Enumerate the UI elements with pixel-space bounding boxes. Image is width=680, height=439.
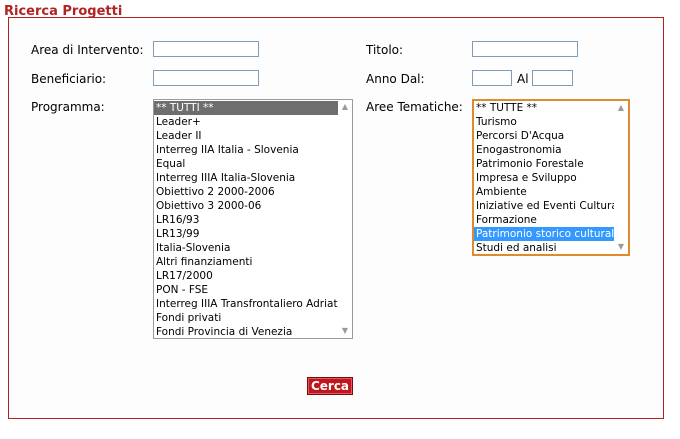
anno-al-label: Al — [517, 72, 529, 86]
list-item[interactable]: Interreg IIIA Transfrontaliero Adriatico — [154, 297, 338, 311]
list-item[interactable]: PON - FSE — [154, 283, 338, 297]
list-item[interactable]: Ambiente — [474, 185, 614, 199]
list-item[interactable]: Interreg IIIA Italia-Slovenia — [154, 171, 338, 185]
search-button[interactable]: Cerca — [307, 377, 353, 395]
list-item[interactable]: LR17/2000 — [154, 269, 338, 283]
list-item[interactable]: Turismo — [474, 115, 614, 129]
area-label: Area di Intervento: — [31, 43, 144, 57]
programma-scrollbar[interactable]: ▲ ▼ — [338, 100, 352, 338]
titolo-input[interactable] — [472, 41, 578, 57]
list-item[interactable]: Equal — [154, 157, 338, 171]
list-item[interactable]: ** TUTTI ** — [154, 101, 338, 115]
anno-dal-label: Anno Dal: — [366, 72, 425, 86]
list-item[interactable]: Fondi Provincia di Venezia — [154, 325, 338, 338]
programma-listbox[interactable]: ** TUTTI ** Leader+ Leader II Interreg IIA … — [153, 99, 353, 339]
beneficiario-label: Beneficiario: — [31, 72, 107, 86]
list-item[interactable]: Obiettivo 2 2000-2006 — [154, 185, 338, 199]
list-item[interactable]: LR16/93 — [154, 213, 338, 227]
chevron-down-icon[interactable]: ▼ — [614, 241, 628, 253]
list-item[interactable]: ** TUTTE ** — [474, 101, 614, 115]
aree-tematiche-listbox[interactable]: ** TUTTE ** Turismo Percorsi D'Acqua Enogas… — [472, 99, 630, 256]
list-item[interactable]: Formazione — [474, 213, 614, 227]
list-item[interactable]: Impresa e Sviluppo — [474, 171, 614, 185]
aree-scrollbar[interactable]: ▲ ▼ — [614, 101, 628, 254]
list-item[interactable]: Studi ed analisi — [474, 241, 614, 254]
list-item[interactable]: Fondi privati — [154, 311, 338, 325]
aree-tematiche-label: Aree Tematiche: — [366, 100, 463, 114]
list-item[interactable]: Enogastronomia — [474, 143, 614, 157]
list-item[interactable]: Interreg IIA Italia - Slovenia — [154, 143, 338, 157]
programma-label: Programma: — [31, 100, 105, 114]
list-item[interactable]: LR13/99 — [154, 227, 338, 241]
area-input[interactable] — [153, 41, 259, 57]
list-item[interactable]: Leader II — [154, 129, 338, 143]
list-item[interactable]: Iniziative ed Eventi Culturali — [474, 199, 614, 213]
list-item[interactable]: Obiettivo 3 2000-06 — [154, 199, 338, 213]
titolo-label: Titolo: — [366, 43, 404, 57]
list-item[interactable]: Leader+ — [154, 115, 338, 129]
list-item[interactable]: Italia-Slovenia — [154, 241, 338, 255]
chevron-up-icon[interactable]: ▲ — [614, 102, 628, 114]
list-item[interactable]: Percorsi D'Acqua — [474, 129, 614, 143]
beneficiario-input[interactable] — [153, 70, 259, 86]
list-item[interactable]: Altri finanziamenti — [154, 255, 338, 269]
chevron-down-icon[interactable]: ▼ — [338, 325, 352, 337]
chevron-up-icon[interactable]: ▲ — [338, 101, 352, 113]
list-item[interactable]: Patrimonio storico culturale — [474, 227, 614, 241]
search-panel: Area di Intervento: Titolo: Beneficiario… — [8, 17, 664, 419]
anno-dal-input[interactable] — [472, 70, 512, 86]
anno-al-input[interactable] — [532, 70, 573, 86]
list-item[interactable]: Patrimonio Forestale — [474, 157, 614, 171]
